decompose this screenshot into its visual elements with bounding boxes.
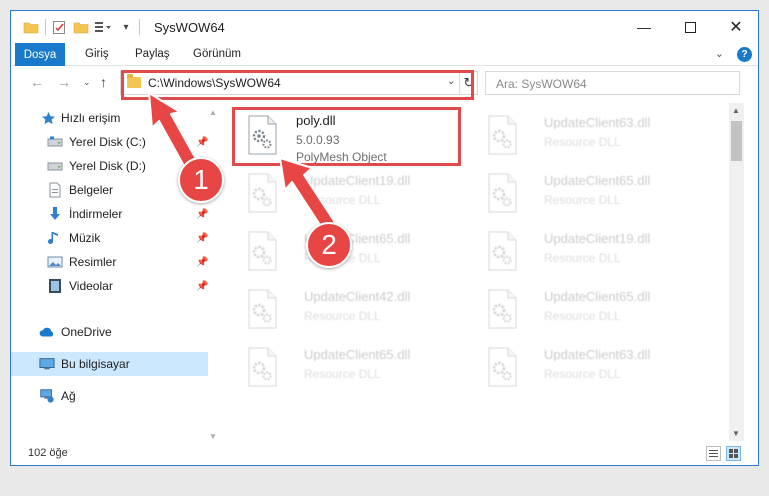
maximize-button[interactable] (667, 11, 713, 43)
help-icon[interactable]: ? (737, 47, 752, 62)
customize-toolbar-icon[interactable]: ▾ (121, 18, 131, 36)
dll-file-icon (488, 347, 517, 387)
documents-icon (47, 182, 63, 198)
drive-icon (47, 134, 63, 150)
dll-file-icon (248, 289, 277, 329)
file-tile[interactable]: UpdateClient63.dll Resource DLL (481, 341, 706, 399)
dll-file-icon (488, 115, 517, 155)
window-title: SysWOW64 (154, 20, 225, 35)
dll-file-icon (248, 173, 277, 213)
pin-icon[interactable]: 📌 (196, 209, 208, 220)
close-button[interactable]: ✕ (713, 11, 758, 43)
vertical-scrollbar[interactable]: ▲ ▼ (729, 103, 744, 441)
file-tile[interactable]: UpdateClient65.dllResource DLL (241, 225, 466, 283)
view-options-icon[interactable] (94, 18, 116, 36)
dll-file-icon (488, 289, 517, 329)
forward-button[interactable]: → (57, 74, 71, 90)
file-description: Resource DLL (544, 135, 621, 149)
scroll-up-icon[interactable]: ▲ (732, 106, 740, 115)
sidebar-item-network[interactable]: Ağ (11, 384, 208, 408)
file-name: UpdateClient19.dll (544, 231, 651, 246)
videos-icon (47, 278, 63, 294)
ribbon-tabs: Dosya Giriş Paylaş Görünüm ⌄ ? (11, 43, 758, 66)
sidebar-item-this-pc[interactable]: Bu bilgisayar (11, 352, 208, 376)
pin-icon[interactable]: 📌 (196, 281, 208, 292)
dll-file-icon (488, 231, 517, 271)
file-tile[interactable]: UpdateClient42.dll Resource DLL (241, 283, 466, 341)
up-button[interactable]: ↑ (100, 74, 107, 90)
network-icon (39, 388, 55, 404)
status-bar: 102 öğe (11, 443, 758, 465)
details-view-icon[interactable] (706, 446, 721, 461)
recent-locations-icon[interactable]: ⌄ (83, 77, 91, 88)
scroll-down-icon[interactable]: ▼ (732, 429, 740, 438)
tab-file[interactable]: Dosya (15, 43, 65, 66)
file-tile[interactable]: UpdateClient19.dll Resource DLL (241, 167, 466, 225)
expand-ribbon-icon[interactable]: ⌄ (715, 47, 724, 60)
tiles-view-icon[interactable] (726, 446, 741, 461)
pin-icon[interactable]: 📌 (196, 137, 208, 148)
file-name: UpdateClient65.dll (544, 173, 651, 188)
file-tile[interactable]: UpdateClient63.dll Resource DLL (481, 109, 706, 167)
folder-icon (23, 18, 39, 36)
file-name: UpdateClient42.dll (304, 289, 411, 304)
navigation-pane: Hızlı erişim Yerel Disk (C:) 📌 Yerel Dis… (11, 106, 213, 441)
file-name: UpdateClient19.dll (304, 173, 411, 188)
tab-share[interactable]: Paylaş (135, 48, 170, 60)
file-name: UpdateClient65.dll (304, 347, 411, 362)
tab-view[interactable]: Görünüm (193, 48, 241, 60)
sidebar-item-music[interactable]: Müzik 📌 (11, 226, 208, 250)
file-tile[interactable]: UpdateClient19.dll Resource DLL (481, 225, 706, 283)
file-description: Resource DLL (304, 193, 381, 207)
minimize-button[interactable]: — (621, 11, 667, 43)
dll-file-icon (488, 173, 517, 213)
pictures-icon (47, 254, 63, 270)
search-input[interactable]: Ara: SysWOW64 (485, 71, 740, 95)
address-highlight-box (121, 70, 474, 100)
file-description: Resource DLL (544, 251, 621, 265)
step-badge-1: 1 (178, 157, 224, 203)
search-placeholder: Ara: SysWOW64 (496, 77, 587, 91)
file-name: UpdateClient63.dll (544, 115, 651, 130)
pin-icon[interactable]: 📌 (196, 233, 208, 244)
file-description: Resource DLL (544, 309, 621, 323)
sidebar-item-onedrive[interactable]: OneDrive (11, 320, 208, 344)
music-icon (47, 230, 63, 246)
drive-icon (47, 158, 63, 174)
dll-file-icon (248, 347, 277, 387)
file-name: UpdateClient63.dll (544, 347, 651, 362)
file-name: UpdateClient65.dll (544, 289, 651, 304)
sidebar-item-downloads[interactable]: İndirmeler 📌 (11, 202, 208, 226)
computer-icon (39, 356, 55, 372)
title-bar: ▾ SysWOW64 — ✕ (11, 11, 758, 43)
file-tile[interactable]: UpdateClient65.dll Resource DLL (481, 167, 706, 225)
sidebar-item-videos[interactable]: Videolar 📌 (11, 274, 208, 298)
sidebar-item-local-disk-c[interactable]: Yerel Disk (C:) 📌 (11, 130, 208, 154)
file-tile[interactable]: UpdateClient65.dll Resource DLL (481, 283, 706, 341)
file-tile[interactable]: UpdateClient65.dll Resource DLL (241, 341, 466, 399)
file-description: Resource DLL (304, 367, 381, 381)
sidebar-item-quick-access[interactable]: Hızlı erişim (11, 106, 208, 130)
download-icon (47, 206, 63, 222)
file-highlight-box (232, 107, 461, 166)
pin-icon[interactable]: 📌 (196, 257, 208, 268)
scroll-thumb[interactable] (731, 121, 742, 161)
new-folder-icon[interactable] (73, 18, 89, 36)
back-button[interactable]: ← (30, 74, 44, 90)
properties-icon[interactable] (51, 18, 67, 36)
file-description: Resource DLL (304, 309, 381, 323)
dll-file-icon (248, 231, 277, 271)
file-description: Resource DLL (544, 193, 621, 207)
sidebar-scroll-up[interactable]: ▲ (209, 108, 217, 117)
step-badge-2: 2 (306, 222, 352, 268)
item-count: 102 öğe (28, 447, 68, 459)
tab-home[interactable]: Giriş (85, 48, 109, 60)
sidebar-scroll-down[interactable]: ▼ (209, 432, 217, 441)
onedrive-icon (39, 324, 55, 340)
star-icon (40, 110, 56, 126)
file-description: Resource DLL (544, 367, 621, 381)
sidebar-item-pictures[interactable]: Resimler 📌 (11, 250, 208, 274)
